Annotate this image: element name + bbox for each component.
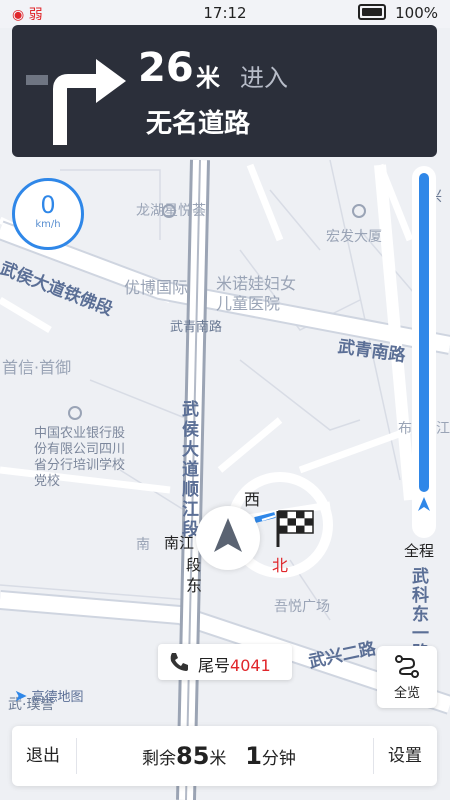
navigation-instruction-card: 26 米 进入 无名道路 — [12, 25, 437, 157]
phone-icon — [168, 651, 190, 677]
battery-icon — [358, 4, 387, 20]
poi-marker-icon — [162, 204, 176, 218]
compass-east: 东 — [186, 576, 203, 595]
battery-indicator: 100% — [358, 4, 438, 22]
poi-marker-icon — [352, 204, 366, 218]
route-progress-bar — [412, 166, 436, 538]
overview-button[interactable]: 全览 — [377, 646, 437, 708]
poi-youbo: 优博国际 — [124, 278, 189, 297]
poi-hongfa: 宏发大厦 — [326, 229, 382, 245]
poi-agri-bank: 中国农业银行股份有限公司四川省分行培训学校党校 — [34, 426, 126, 489]
poi-yinyue: 吾悦广场 — [274, 599, 330, 615]
poi-bu: 布 — [398, 421, 412, 437]
signal-icon: ◉ — [12, 7, 25, 23]
poi-jiang: 江 — [436, 421, 450, 437]
speed-unit: km/h — [35, 219, 61, 230]
route-overview-icon — [395, 655, 419, 678]
settings-button[interactable]: 设置 — [388, 726, 432, 786]
turn-right-arrow-icon — [26, 59, 126, 145]
remaining-distance: 85 — [176, 742, 210, 770]
divider — [76, 738, 77, 774]
status-time: 17:12 — [203, 4, 247, 22]
instruction-distance: 26 — [138, 45, 194, 91]
trip-summary: 剩余85米 1分钟 — [142, 726, 296, 786]
compass-north: 北 — [272, 556, 289, 575]
battery-percent: 100% — [395, 4, 438, 22]
status-bar: ◉ 弱 17:12 100% — [0, 0, 450, 28]
instruction-distance-unit: 米 — [196, 64, 220, 92]
divider — [373, 738, 374, 774]
bottom-bar: 退出 剩余85米 1分钟 设置 — [12, 726, 437, 786]
car-position-marker — [196, 506, 260, 570]
amap-logo: ➤ 高德地图 — [14, 686, 84, 705]
plate-restriction-badge[interactable]: 尾号4041 — [158, 644, 292, 680]
speed-indicator: 0 km/h — [12, 178, 84, 250]
remaining-prefix: 剩余 — [142, 749, 176, 769]
road-label-wuqing-south-small: 武青南路 — [170, 320, 223, 335]
overview-label: 全览 — [393, 686, 420, 701]
plate-prefix: 尾号 — [198, 656, 231, 675]
remaining-time: 1 — [245, 742, 262, 770]
poi-nan: 南 — [136, 537, 150, 553]
poi-shouxin: 首信·首御 — [2, 358, 72, 377]
poi-marker-icon — [68, 406, 82, 420]
remaining-distance-unit: 米 — [209, 749, 227, 769]
destination-flag-icon — [276, 510, 314, 547]
poi-minuowa: 米诺娃妇女儿童医院 — [216, 274, 297, 313]
navigation-arrow-icon — [214, 518, 242, 552]
amap-logo-text: 高德地图 — [31, 690, 84, 705]
signal-indicator: ◉ 弱 — [12, 4, 43, 24]
route-progress-label: 全程 — [404, 542, 435, 560]
route-progress-fill — [419, 173, 429, 492]
amap-logo-icon: ➤ — [14, 686, 28, 705]
signal-strength-text: 弱 — [28, 7, 43, 23]
instruction-action: 进入 — [240, 64, 288, 92]
progress-position-icon — [418, 497, 430, 511]
exit-button[interactable]: 退出 — [26, 726, 76, 786]
plate-number: 4041 — [230, 656, 271, 675]
instruction-road-name: 无名道路 — [146, 109, 251, 139]
speed-value: 0 — [40, 191, 56, 219]
road-label-nanjiang: 南江 — [164, 534, 195, 552]
remaining-time-unit: 分钟 — [261, 749, 296, 769]
